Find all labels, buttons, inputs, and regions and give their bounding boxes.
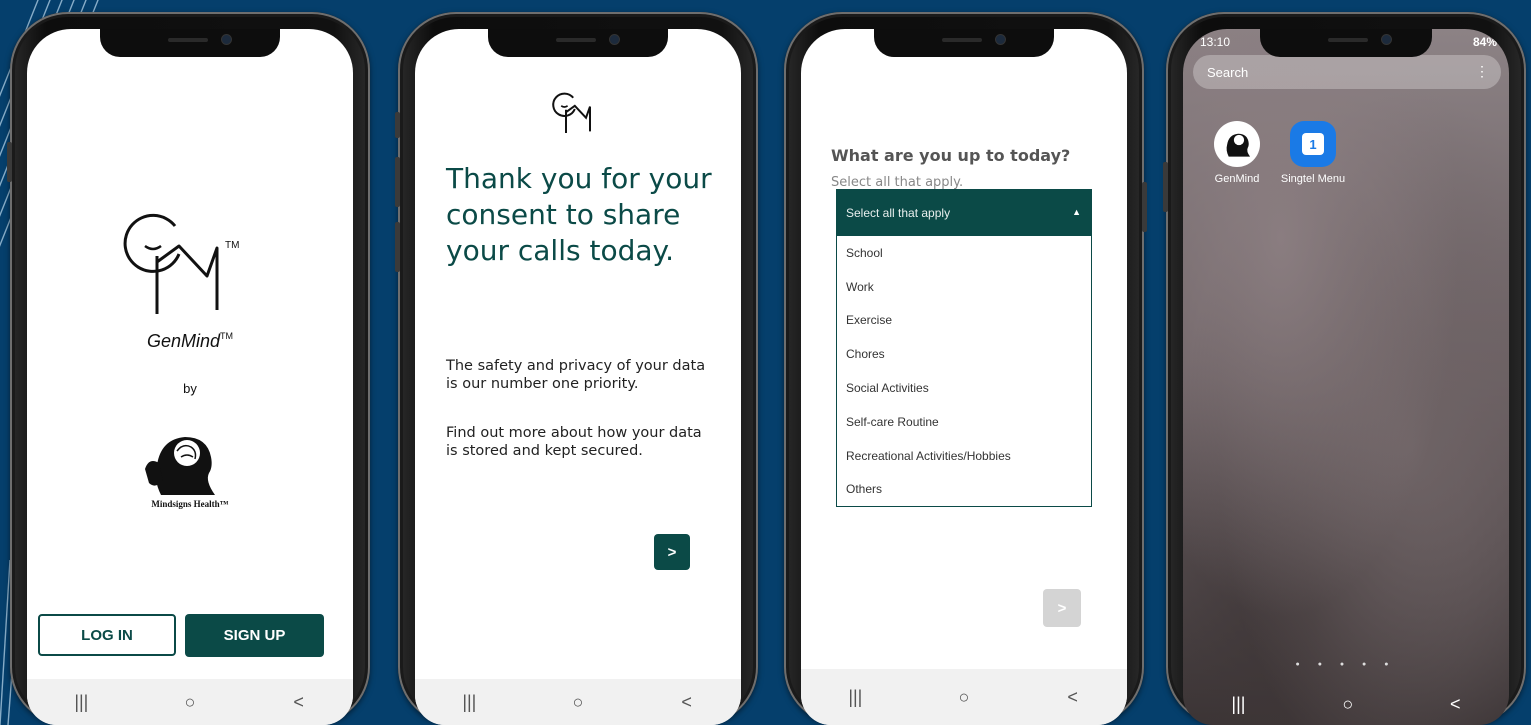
home-icon[interactable]: ○ [558, 692, 598, 713]
android-nav-bar: ||| ○ < [415, 679, 741, 725]
app-label: Singtel Menu [1280, 173, 1346, 185]
status-time: 13:10 [1200, 35, 1231, 49]
signup-button[interactable]: SIGN UP [185, 614, 324, 657]
dropdown-header[interactable]: Select all that apply ▲ [837, 190, 1091, 236]
home-icon[interactable]: ○ [170, 692, 210, 713]
search-bar[interactable]: Search ⋮ [1193, 55, 1501, 89]
app-label: GenMind [1214, 173, 1260, 185]
brand-name: Mindsigns Health™ [151, 499, 229, 509]
genmind-app-icon [1214, 121, 1260, 167]
genmind-logo-small [552, 92, 591, 133]
notch [488, 29, 668, 57]
dropdown-option[interactable]: Work [837, 270, 1091, 304]
android-home-screen: 13:10 84% Search ⋮ GenMind 1 Singtel Men… [1183, 29, 1509, 725]
app-genmind[interactable]: GenMind [1202, 121, 1272, 185]
notch [100, 29, 280, 57]
mindsigns-logo [145, 437, 215, 495]
welcome-screen: TM GenMindTM by Mindsigns Health™ LOG IN… [27, 29, 353, 725]
next-button-disabled[interactable]: > [1043, 589, 1081, 627]
home-icon[interactable]: ○ [1342, 694, 1353, 715]
tm-mark: TM [225, 240, 239, 251]
dropdown-option[interactable]: Others [837, 473, 1091, 507]
back-icon[interactable]: < [1053, 687, 1093, 708]
phone-homescreen: 13:10 84% Search ⋮ GenMind 1 Singtel Men… [1163, 12, 1526, 725]
activity-question: What are you up to today? [831, 146, 1071, 165]
dropdown-option[interactable]: Recreational Activities/Hobbies [837, 439, 1091, 473]
page-indicator: ● ● ● ● ● [1295, 661, 1397, 668]
android-nav-bar: ||| ○ < [801, 669, 1127, 725]
singtel-app-icon: 1 [1290, 121, 1336, 167]
search-label: Search [1207, 64, 1249, 80]
dropdown-label: Select all that apply [846, 206, 951, 220]
recent-apps-icon[interactable]: ||| [449, 692, 489, 713]
consent-heading: Thank you for your consent to share your… [446, 162, 712, 267]
back-icon[interactable]: < [279, 692, 319, 713]
more-options-icon[interactable]: ⋮ [1475, 63, 1489, 80]
home-icon[interactable]: ○ [944, 687, 984, 708]
activity-dropdown[interactable]: Select all that apply ▲ School Work Exer… [836, 189, 1092, 507]
app-singtel-menu[interactable]: 1 Singtel Menu [1278, 121, 1348, 185]
recent-apps-icon[interactable]: ||| [1231, 694, 1245, 715]
login-button[interactable]: LOG IN [38, 614, 176, 656]
dropdown-option[interactable]: Chores [837, 337, 1091, 371]
notch [874, 29, 1054, 57]
notch [1260, 29, 1432, 57]
app-name: GenMindTM [146, 331, 234, 351]
next-button[interactable]: > [654, 534, 690, 570]
dropdown-option[interactable]: School [837, 236, 1091, 270]
phone-welcome: TM GenMindTM by Mindsigns Health™ LOG IN… [7, 12, 370, 725]
recent-apps-icon[interactable]: ||| [835, 687, 875, 708]
android-nav-bar: ||| ○ < [27, 679, 353, 725]
consent-screen: Thank you for your consent to share your… [415, 29, 741, 725]
dropdown-option[interactable]: Self-care Routine [837, 405, 1091, 439]
back-icon[interactable]: < [667, 692, 707, 713]
dropdown-option[interactable]: Social Activities [837, 371, 1091, 405]
by-label: by [183, 381, 197, 396]
privacy-text: The safety and privacy of your data is o… [446, 358, 706, 392]
android-nav-bar: ||| ○ < [1183, 694, 1509, 715]
activity-hint: Select all that apply. [831, 175, 964, 190]
caret-up-icon: ▲ [1072, 207, 1081, 217]
back-icon[interactable]: < [1450, 694, 1461, 715]
dropdown-option[interactable]: Exercise [837, 304, 1091, 338]
recent-apps-icon[interactable]: ||| [61, 692, 101, 713]
activity-screen: What are you up to today? Select all tha… [801, 29, 1127, 725]
genmind-logo: TM [123, 213, 239, 314]
data-storage-link[interactable]: Find out more about how your data is sto… [446, 424, 706, 460]
phone-consent: Thank you for your consent to share your… [395, 12, 758, 725]
phone-activity: What are you up to today? Select all tha… [784, 12, 1147, 725]
battery-level: 84% [1472, 35, 1497, 49]
